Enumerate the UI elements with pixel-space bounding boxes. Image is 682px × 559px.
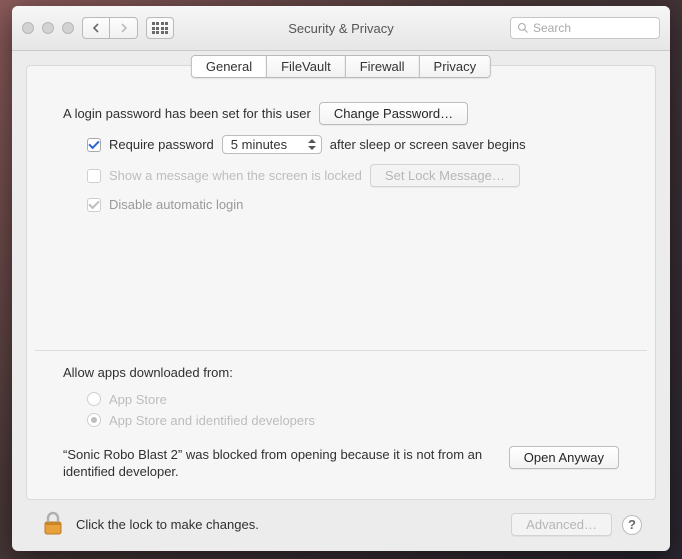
forward-button[interactable] [110, 17, 138, 39]
nav-buttons [82, 17, 138, 39]
appstore-label: App Store [109, 392, 167, 407]
minimize-icon[interactable] [42, 22, 54, 34]
help-button[interactable]: ? [622, 515, 642, 535]
require-password-label: Require password [109, 137, 214, 152]
set-lock-message-button: Set Lock Message… [370, 164, 520, 187]
appstore-radio [87, 392, 101, 406]
show-all-button[interactable] [146, 17, 174, 39]
show-message-checkbox [87, 169, 101, 183]
search-input[interactable]: Search [510, 17, 660, 39]
disable-auto-login-checkbox [87, 198, 101, 212]
change-password-button[interactable]: Change Password… [319, 102, 468, 125]
advanced-button[interactable]: Advanced… [511, 513, 612, 536]
gatekeeper-section: Allow apps downloaded from: App Store Ap… [27, 351, 655, 499]
bottom-bar: Click the lock to make changes. Advanced… [26, 500, 656, 551]
disable-auto-login-label: Disable automatic login [109, 197, 243, 212]
close-icon[interactable] [22, 22, 34, 34]
require-password-delay-select[interactable]: 5 minutes [222, 135, 322, 154]
require-password-checkbox[interactable] [87, 138, 101, 152]
traffic-lights [22, 22, 74, 34]
main-panel: General FileVault Firewall Privacy A log… [26, 65, 656, 500]
show-message-label: Show a message when the screen is locked [109, 168, 362, 183]
back-button[interactable] [82, 17, 110, 39]
open-anyway-button[interactable]: Open Anyway [509, 446, 619, 469]
preferences-window: Security & Privacy Search General FileVa… [12, 6, 670, 551]
titlebar: Security & Privacy Search [12, 6, 670, 51]
tab-filevault[interactable]: FileVault [266, 55, 345, 78]
identified-dev-label: App Store and identified developers [109, 413, 315, 428]
login-section: A login password has been set for this u… [27, 88, 655, 230]
search-icon [517, 22, 529, 34]
content-area: General FileVault Firewall Privacy A log… [12, 51, 670, 551]
chevron-right-icon [119, 23, 128, 33]
tab-firewall[interactable]: Firewall [345, 55, 419, 78]
lock-text: Click the lock to make changes. [76, 517, 259, 532]
blocked-app-message: “Sonic Robo Blast 2” was blocked from op… [63, 446, 493, 481]
require-password-suffix: after sleep or screen saver begins [330, 137, 526, 152]
tab-bar: General FileVault Firewall Privacy [191, 55, 491, 78]
tab-general[interactable]: General [191, 55, 266, 78]
search-placeholder: Search [533, 21, 571, 35]
identified-dev-radio [87, 413, 101, 427]
allow-apps-heading: Allow apps downloaded from: [63, 365, 233, 380]
chevron-left-icon [92, 23, 101, 33]
tab-privacy[interactable]: Privacy [419, 55, 492, 78]
zoom-icon[interactable] [62, 22, 74, 34]
help-icon: ? [628, 517, 636, 532]
require-password-delay-value: 5 minutes [231, 137, 287, 152]
lock-icon[interactable] [40, 510, 66, 539]
password-set-label: A login password has been set for this u… [63, 106, 311, 121]
